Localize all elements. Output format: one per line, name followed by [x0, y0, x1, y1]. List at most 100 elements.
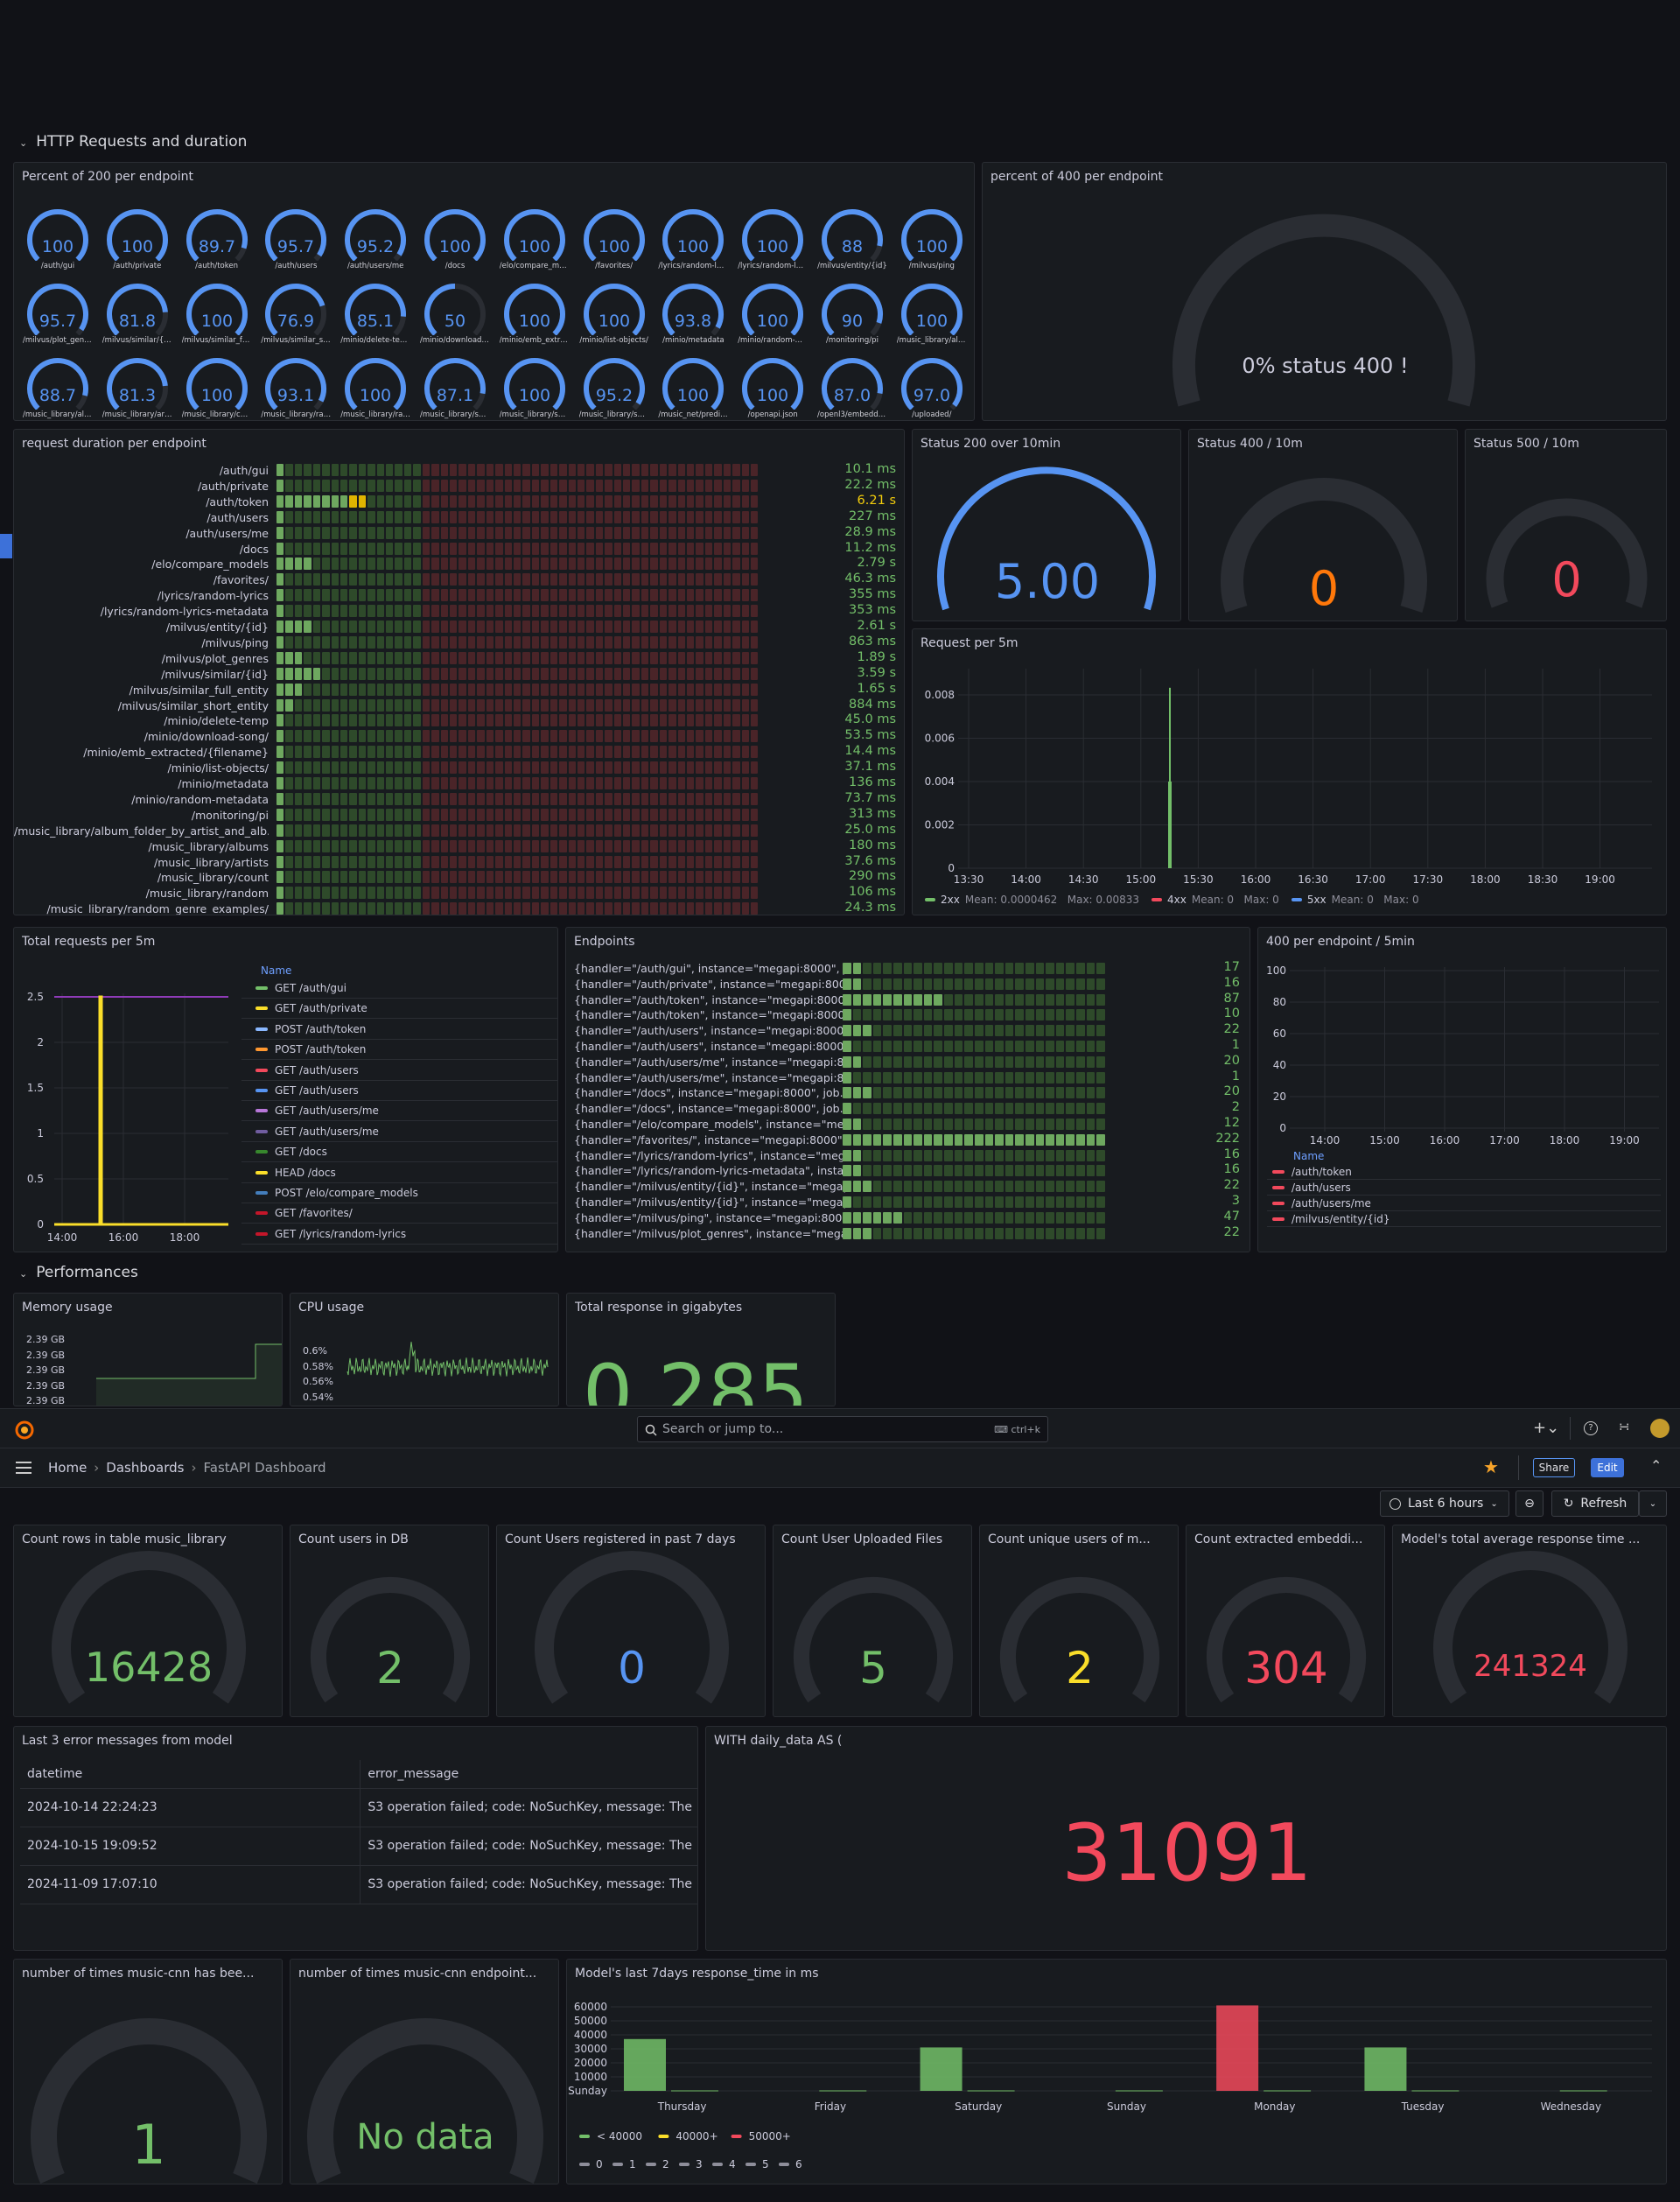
state-cell	[568, 621, 576, 633]
legend-header[interactable]: Name	[1293, 1150, 1324, 1162]
state-cell	[893, 993, 902, 1006]
state-bar	[843, 978, 1105, 990]
legend-row[interactable]: GET /auth/users	[242, 1061, 557, 1081]
news-feed-icon[interactable]: ∺	[1619, 1419, 1630, 1434]
state-cell	[440, 510, 449, 523]
state-cell	[431, 651, 439, 664]
state-cell	[395, 526, 402, 539]
state-cell	[650, 573, 658, 586]
state-cell	[294, 542, 303, 555]
state-cell	[522, 494, 530, 508]
state-cell	[723, 589, 732, 602]
legend-row[interactable]: GET /lyrics/random-lyrics	[242, 1224, 557, 1245]
breadcrumb-dashboards[interactable]: Dashboards	[106, 1460, 184, 1476]
state-cell	[285, 746, 293, 759]
state-cell	[304, 777, 312, 789]
state-cell	[732, 621, 740, 633]
menu-icon[interactable]	[16, 1462, 32, 1474]
chevron-up-icon[interactable]: ⌃	[1650, 1457, 1662, 1474]
column-header[interactable]: error_message	[360, 1760, 697, 1789]
legend-row[interactable]: GET /docs	[242, 1142, 557, 1163]
gauge-label: /minio/delete-temp	[340, 336, 411, 345]
legend-row[interactable]: GET /favorites/	[242, 1203, 557, 1224]
section-header-http[interactable]: ⌄ HTTP Requests and duration	[19, 133, 247, 151]
avatar[interactable]	[1650, 1419, 1670, 1438]
state-cell	[741, 573, 749, 586]
time-range-picker[interactable]: Last 6 hours ⌄	[1380, 1490, 1509, 1517]
state-cell	[944, 1227, 953, 1239]
legend-row[interactable]: POST /auth/token	[242, 1020, 557, 1040]
breadcrumb-home[interactable]: Home	[48, 1460, 87, 1476]
column-header[interactable]: datetime	[20, 1760, 360, 1789]
state-cell	[883, 978, 892, 990]
legend-row[interactable]: GET /auth/users/me	[242, 1101, 557, 1122]
state-cell	[276, 714, 284, 727]
state-cell	[422, 526, 430, 539]
legend-item[interactable]: 4xx Mean: 0 Max: 0	[1152, 894, 1279, 906]
state-cell	[577, 605, 585, 618]
state-cell	[422, 698, 430, 712]
state-cell	[863, 1149, 872, 1161]
grafana-logo-icon[interactable]	[14, 1420, 35, 1441]
state-cell	[974, 1149, 984, 1161]
state-cell	[883, 1055, 892, 1068]
legend-item[interactable]: 5xx Mean: 0 Max: 0	[1291, 894, 1419, 906]
gauge-value: 100	[757, 386, 788, 405]
share-button[interactable]: Share	[1533, 1458, 1575, 1477]
state-cell	[668, 855, 676, 868]
star-icon[interactable]: ★	[1483, 1456, 1499, 1477]
gauge-label: /music_library/count	[181, 410, 252, 419]
state-cell	[358, 464, 367, 476]
search-input[interactable]: Search or jump to... ⌨ ctrl+k	[637, 1416, 1048, 1442]
y-tick: 100	[1266, 964, 1286, 977]
legend-row[interactable]: POST /auth/token	[242, 1040, 557, 1061]
refresh-interval-dropdown[interactable]: ⌄	[1639, 1490, 1667, 1517]
state-cell	[595, 746, 604, 759]
legend-row[interactable]: /auth/token	[1267, 1164, 1661, 1180]
state-cell	[285, 558, 293, 571]
state-cell	[732, 542, 740, 555]
state-cell	[358, 651, 367, 664]
legend-row[interactable]: /auth/users	[1267, 1180, 1661, 1196]
stat-value: 2	[1066, 1642, 1094, 1694]
state-bar	[843, 1055, 1105, 1068]
state-cell	[304, 558, 312, 571]
state-cell	[477, 698, 485, 712]
state-cell	[458, 464, 466, 476]
state-cell	[723, 479, 732, 492]
plus-icon[interactable]: +⌄	[1533, 1419, 1559, 1437]
state-cell	[386, 526, 394, 539]
state-cell	[704, 605, 713, 618]
state-cell	[964, 1087, 973, 1099]
legend-row[interactable]: HEAD /docs	[242, 1163, 557, 1183]
legend-row[interactable]: GET /auth/private	[242, 999, 557, 1020]
state-cell	[1055, 1071, 1065, 1083]
state-cell	[276, 792, 284, 805]
zoom-out-button[interactable]: ⊖	[1516, 1490, 1544, 1517]
state-cell	[1086, 1149, 1096, 1161]
legend-row[interactable]: GET /auth/users/me	[242, 1122, 557, 1142]
section-header-performances[interactable]: ⌄ Performances	[19, 1264, 138, 1281]
state-cell	[883, 1211, 892, 1224]
gauge-label: /music_library/arti...	[102, 410, 172, 419]
legend-row[interactable]: GET /auth/gui	[242, 978, 557, 999]
state-cell	[723, 871, 732, 884]
legend-row[interactable]: /milvus/entity/{id}	[1267, 1211, 1661, 1227]
edit-button[interactable]: Edit	[1591, 1458, 1624, 1477]
state-cell	[422, 871, 430, 884]
legend-row[interactable]: GET /auth/users	[242, 1081, 557, 1101]
legend-item[interactable]: 2xx Mean: 0.0000462 Max: 0.00833	[925, 894, 1139, 906]
state-cell	[704, 526, 713, 539]
legend-row[interactable]: /auth/users/me	[1267, 1196, 1661, 1211]
sidebar-handle[interactable]	[0, 534, 12, 558]
state-cell	[843, 1087, 851, 1099]
help-icon[interactable]: ?	[1584, 1421, 1598, 1435]
state-cell	[632, 464, 640, 476]
state-cell	[450, 824, 458, 837]
legend-row[interactable]: POST /elo/compare_models	[242, 1183, 557, 1203]
state-cell	[467, 761, 476, 775]
legend-header[interactable]: Name	[261, 964, 291, 977]
refresh-button[interactable]: ↻ Refresh	[1551, 1490, 1639, 1517]
row-value: 106 ms	[849, 885, 896, 900]
state-cell	[723, 635, 732, 649]
